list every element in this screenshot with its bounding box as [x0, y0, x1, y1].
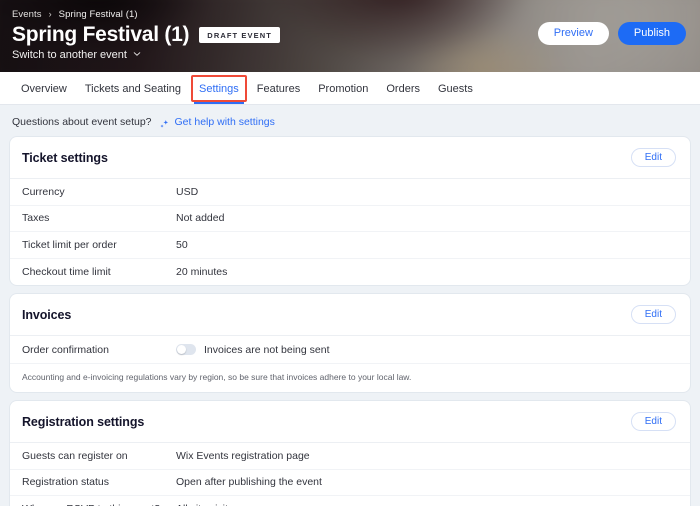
hero-action-buttons: Preview Publish — [537, 22, 686, 45]
row-label: Taxes — [22, 212, 50, 225]
get-help-link[interactable]: Get help with settings — [159, 116, 275, 128]
card-header: Registration settings Edit — [10, 401, 690, 444]
order-confirmation-toggle[interactable] — [176, 344, 196, 355]
order-confirmation-toggle-wrap: Invoices are not being sent — [176, 344, 330, 356]
invoices-card: Invoices Edit Order confirmation Invoice… — [10, 294, 690, 393]
edit-registration-settings-button[interactable]: Edit — [630, 412, 676, 432]
row-value: 50 — [176, 238, 188, 251]
order-confirmation-row: Order confirmation Invoices are not bein… — [10, 336, 690, 364]
card-title: Registration settings — [22, 414, 145, 429]
help-row: Questions about event setup? Get help wi… — [10, 105, 690, 137]
card-header: Ticket settings Edit — [10, 137, 690, 179]
table-row: Guests can register on Wix Events regist… — [10, 443, 690, 470]
table-row: Who can RSVP to this event? All site vis… — [10, 496, 690, 506]
tab-tickets-and-seating[interactable]: Tickets and Seating — [76, 83, 190, 104]
help-question-text: Questions about event setup? — [12, 116, 152, 128]
table-row: Checkout time limit 20 minutes — [10, 259, 690, 286]
card-title: Invoices — [22, 307, 72, 322]
table-row: Taxes Not added — [10, 206, 690, 232]
chevron-down-icon — [133, 50, 141, 58]
card-title: Ticket settings — [22, 150, 108, 165]
sparkle-icon — [159, 117, 170, 128]
tab-guests[interactable]: Guests — [429, 83, 482, 104]
status-badge: DRAFT EVENT — [199, 27, 280, 44]
switch-event-label: Switch to another event — [12, 49, 127, 62]
row-value: Wix Events registration page — [176, 449, 310, 462]
row-value: Not added — [176, 212, 225, 225]
row-value: USD — [176, 185, 199, 198]
table-row: Ticket limit per order 50 — [10, 232, 690, 259]
ticket-settings-card: Ticket settings Edit Currency USD Taxes … — [10, 137, 690, 285]
row-label: Guests can register on — [22, 449, 128, 462]
event-hero-header: Events › Spring Festival (1) Spring Fest… — [0, 0, 700, 72]
breadcrumb-events-link[interactable]: Events — [12, 9, 42, 20]
row-label: Order confirmation — [22, 343, 109, 356]
page-title: Spring Festival (1) — [12, 23, 190, 46]
edit-invoices-button[interactable]: Edit — [630, 305, 676, 324]
preview-button[interactable]: Preview — [537, 22, 609, 45]
breadcrumb: Events › Spring Festival (1) — [12, 7, 684, 21]
row-label: Checkout time limit — [22, 265, 111, 278]
invoices-disclaimer: Accounting and e-invoicing regulations v… — [22, 372, 412, 382]
row-value: 20 minutes — [176, 265, 228, 278]
settings-content: Questions about event setup? Get help wi… — [0, 105, 700, 506]
registration-settings-card: Registration settings Edit Guests can re… — [10, 401, 690, 506]
tab-orders[interactable]: Orders — [377, 83, 429, 104]
tab-settings[interactable]: Settings — [190, 83, 248, 104]
edit-ticket-settings-button[interactable]: Edit — [630, 148, 676, 167]
table-row: Registration status Open after publishin… — [10, 470, 690, 497]
row-value: Open after publishing the event — [176, 476, 322, 489]
breadcrumb-separator-icon: › — [48, 8, 52, 19]
row-label: Registration status — [22, 476, 109, 489]
toggle-status-text: Invoices are not being sent — [204, 343, 330, 356]
card-header: Invoices Edit — [10, 294, 690, 336]
toggle-knob — [177, 345, 186, 354]
table-row: Currency USD — [10, 179, 690, 206]
breadcrumb-current: Spring Festival (1) — [58, 8, 138, 20]
publish-button[interactable]: Publish — [617, 22, 686, 45]
tab-bar: Overview Tickets and Seating Settings Featu… — [0, 72, 700, 105]
row-label: Ticket limit per order — [22, 238, 117, 251]
tab-features[interactable]: Features — [248, 83, 309, 104]
switch-event-dropdown[interactable]: Switch to another event — [12, 49, 141, 61]
tab-promotion[interactable]: Promotion — [309, 83, 377, 104]
get-help-link-label: Get help with settings — [174, 116, 275, 128]
row-label: Currency — [22, 185, 65, 198]
tab-overview[interactable]: Overview — [12, 83, 76, 104]
